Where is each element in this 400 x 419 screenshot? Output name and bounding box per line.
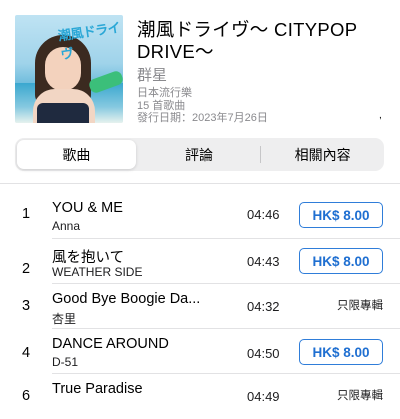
- cover-logo: 潮風ドライヴ: [57, 20, 122, 64]
- album-song-count: 15 首歌曲: [137, 99, 186, 112]
- track-title: DANCE AROUND: [52, 336, 169, 352]
- tab-related[interactable]: 相關內容: [263, 140, 382, 169]
- segmented-control: 歌曲 評論 相關內容: [15, 138, 384, 171]
- track-number: 1: [22, 206, 31, 222]
- buy-button[interactable]: HK$ 8.00: [299, 339, 383, 365]
- tab-divider: [260, 146, 262, 163]
- album-cover[interactable]: 潮風ドライヴ: [15, 15, 123, 123]
- track-artist: 杏里: [52, 312, 77, 326]
- tab-reviews[interactable]: 評論: [140, 140, 259, 169]
- buy-button[interactable]: HK$ 8.00: [299, 248, 383, 274]
- album-release-date: 發行日期：2023年7月26日: [137, 112, 268, 124]
- track-row[interactable]: 2 風を抱いて WEATHER SIDE 04:43 HK$ 8.00: [0, 239, 400, 284]
- cover-top: [37, 103, 89, 123]
- album-only-label: 只限專輯: [337, 390, 383, 402]
- track-title: 風を抱いて: [52, 250, 125, 266]
- tab-songs[interactable]: 歌曲: [17, 140, 136, 169]
- album-header: 潮風ドライヴ 潮風ドライヴ～ CITYPOP DRIVE～ 群星 日本流行樂 1…: [0, 0, 400, 135]
- track-number: 4: [22, 345, 31, 361]
- album-title: 潮風ドライヴ～ CITYPOP DRIVE～: [137, 19, 358, 62]
- track-title: Good Bye Boogie Da...: [52, 291, 201, 307]
- track-artist: WEATHER SIDE: [52, 265, 143, 279]
- track-duration: 04:49: [247, 389, 280, 404]
- track-title: YOU & ME: [52, 200, 123, 216]
- album-only-label: 只限專輯: [337, 300, 383, 312]
- album-meta: 日本流行樂 15 首歌曲 發行日期：2023年7月26日: [137, 87, 268, 125]
- album-genre: 日本流行樂: [137, 87, 192, 99]
- track-duration: 04:43: [247, 254, 280, 269]
- track-artist: D-51: [52, 355, 79, 369]
- track-row[interactable]: 3 Good Bye Boogie Da... 杏里 04:32 只限專輯: [0, 284, 400, 329]
- track-title: True Paradise: [52, 381, 143, 397]
- album-artist[interactable]: 群星: [137, 64, 167, 85]
- track-row[interactable]: 1 YOU & ME Anna 04:46 HK$ 8.00: [0, 184, 400, 239]
- track-duration: 04:50: [247, 346, 280, 361]
- track-number: 6: [22, 388, 31, 404]
- track-duration: 04:32: [247, 299, 280, 314]
- buy-button[interactable]: HK$ 8.00: [299, 202, 383, 228]
- track-row[interactable]: 6 True Paradise 04:49 只限專輯: [0, 374, 400, 419]
- track-list: 1 YOU & ME Anna 04:46 HK$ 8.00 2 風を抱いて W…: [0, 184, 400, 419]
- track-duration: 04:46: [247, 207, 280, 222]
- track-number: 3: [22, 298, 31, 314]
- edge-mark: ,: [379, 110, 382, 121]
- track-row[interactable]: 4 DANCE AROUND D-51 04:50 HK$ 8.00: [0, 329, 400, 374]
- track-artist: Anna: [52, 219, 81, 233]
